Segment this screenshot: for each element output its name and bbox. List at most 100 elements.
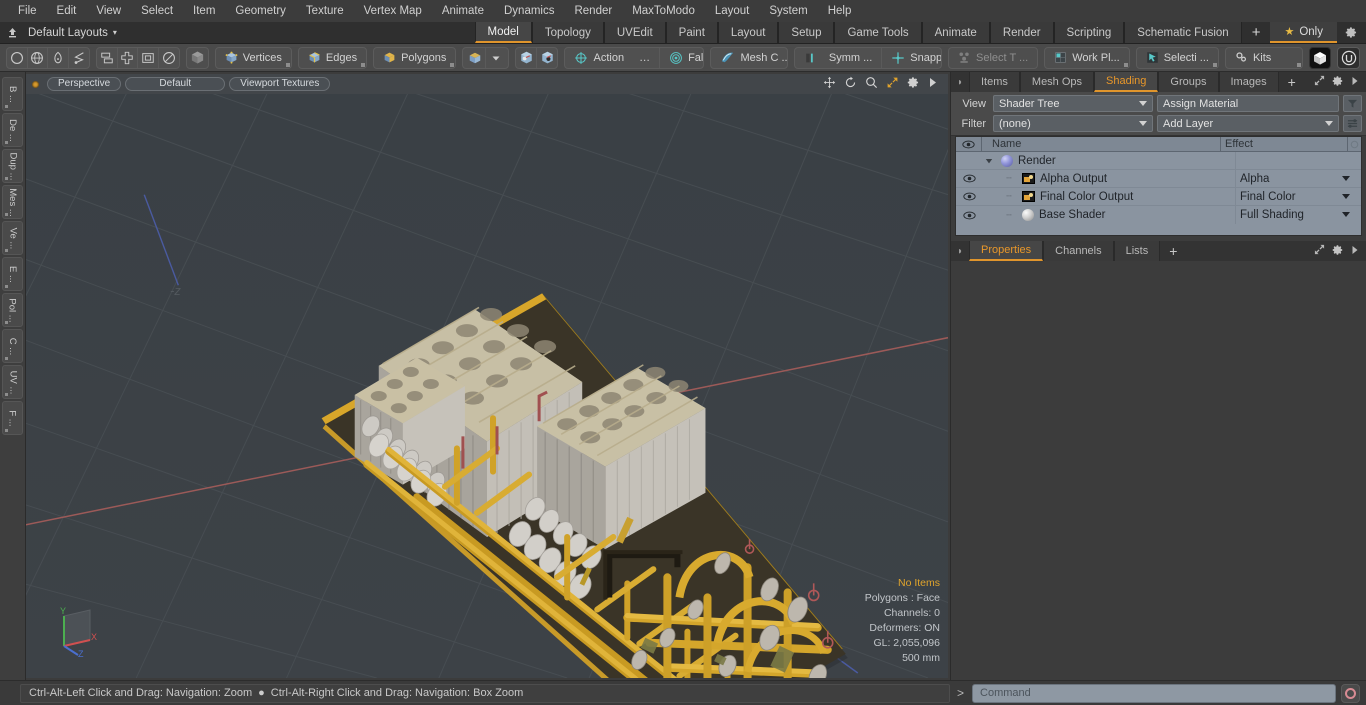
unreal-logo-icon[interactable] [1337,46,1361,69]
tree-item-effect[interactable]: Final Color [1235,188,1361,205]
funnel-icon[interactable] [1343,95,1362,112]
bottom-tab-channels[interactable]: Channels [1043,241,1114,261]
left-tab-fusion[interactable]: F ... [2,401,23,435]
menu-item-maxtomodo[interactable]: MaxToModo [622,0,705,22]
circle-icon[interactable] [7,47,28,68]
layout-tab-uvedit[interactable]: UVEdit [603,22,666,43]
column-header-effect[interactable]: Effect [1221,137,1347,151]
menu-item-select[interactable]: Select [131,0,183,22]
panel-tab-shading[interactable]: Shading [1094,72,1159,92]
viewport-shading-button[interactable]: Default [125,77,226,91]
view-dropdown[interactable]: Shader Tree [993,95,1153,112]
column-options-icon[interactable] [1347,137,1361,151]
left-tab-curve[interactable]: C ... [2,329,23,363]
menu-item-render[interactable]: Render [564,0,622,22]
menu-item-view[interactable]: View [86,0,131,22]
mesh-constraint-button[interactable]: Mesh C ... [711,48,787,68]
workplane-button[interactable]: Work Pl... [1044,46,1130,69]
left-tab-edge[interactable]: E ... [2,257,23,291]
panel-gear-icon[interactable] [1332,75,1344,90]
filter-dropdown[interactable]: (none) [993,115,1153,132]
menu-item-edit[interactable]: Edit [47,0,87,22]
add-bottom-tab-button[interactable]: + [1160,241,1187,261]
only-toggle-button[interactable]: ★ Only [1270,22,1337,43]
bottom-tab-properties[interactable]: Properties [969,241,1044,261]
bottom-tab-lists[interactable]: Lists [1113,241,1161,261]
selection-set-button[interactable]: Selecti ... [1135,46,1219,69]
item-mode-dropdown-caret[interactable] [486,48,506,68]
layout-tab-animate[interactable]: Animate [921,22,990,43]
properties-menu-dot-icon[interactable]: ◗ [951,241,969,261]
rotate-icon[interactable] [844,76,857,92]
row-eye-icon[interactable] [956,206,982,224]
menu-item-geometry[interactable]: Geometry [225,0,296,22]
expand-icon[interactable] [1314,244,1325,258]
table-row[interactable]: ┄ Base Shader Full Shading [956,206,1361,224]
menu-item-item[interactable]: Item [183,0,225,22]
menu-item-layout[interactable]: Layout [705,0,760,22]
shader-tree[interactable]: Name Effect Render ┄ Alpha Output Alpha … [955,136,1362,236]
duplicate-icon[interactable] [97,47,118,68]
menu-item-dynamics[interactable]: Dynamics [494,0,564,22]
left-tab-basic[interactable]: B ... [2,77,23,111]
item-cube-icon[interactable] [465,47,486,68]
select-through-button[interactable]: Select T ... [948,46,1039,69]
panel-arrow-right-icon[interactable] [1351,76,1359,89]
left-tab-vertex[interactable]: Ve ... [2,221,23,255]
bevel-icon[interactable] [138,47,159,68]
viewport-active-dot[interactable] [32,80,39,88]
layout-tab-schematic-fusion[interactable]: Schematic Fusion [1124,22,1242,43]
left-tab-polygon[interactable]: Pol ... [2,293,23,327]
tree-item-base-shader[interactable]: ┄ Base Shader [982,206,1235,224]
panel-tab-images[interactable]: Images [1218,72,1279,92]
table-row[interactable]: ┄ Alpha Output Alpha [956,170,1361,188]
kits-button[interactable]: Kits [1224,46,1303,69]
left-tab-uv[interactable]: UV ... [2,365,23,399]
layout-tab-topology[interactable]: Topology [531,22,604,43]
globe-icon[interactable] [28,47,49,68]
chevron-down-icon[interactable] [982,157,996,165]
record-circle-icon[interactable] [1341,683,1360,703]
snap-center-icon[interactable] [118,47,139,68]
falloff-button[interactable]: Falloff [660,48,703,68]
row-eye-icon[interactable] [956,170,982,187]
cube-left-icon[interactable] [516,47,538,68]
table-row[interactable]: Render [956,152,1361,170]
table-row[interactable]: ┄ Final Color Output Final Color [956,188,1361,206]
snapping-button[interactable]: Snapping [882,48,941,68]
tree-item-effect[interactable]: Full Shading [1235,206,1361,224]
fit-icon[interactable] [886,76,899,92]
viewport-projection-button[interactable]: Perspective [47,77,122,91]
assign-material-field[interactable]: Assign Material [1157,95,1339,112]
tree-item-effect[interactable] [1235,152,1361,169]
properties-arrow-right-icon[interactable] [1351,245,1359,258]
radial-icon[interactable] [159,48,179,68]
add-panel-tab-button[interactable]: + [1278,72,1305,92]
menu-item-help[interactable]: Help [818,0,862,22]
list-options-icon[interactable] [1343,115,1362,132]
home-arrow-icon[interactable] [0,22,24,43]
layout-tab-setup[interactable]: Setup [778,22,835,43]
add-layer-dropdown[interactable]: Add Layer [1157,115,1339,132]
viewport-textures-button[interactable]: Viewport Textures [229,77,331,91]
layout-gear-icon[interactable] [1337,22,1366,43]
properties-gear-icon[interactable] [1332,244,1344,259]
panel-tab-groups[interactable]: Groups [1158,72,1219,92]
tree-item-render[interactable]: Render [982,152,1235,169]
play-arrow-icon[interactable] [928,77,938,91]
menu-item-animate[interactable]: Animate [432,0,494,22]
action-center-button[interactable]: Action … [565,47,661,68]
center-cube-icon[interactable] [186,46,209,69]
zoom-icon[interactable] [865,76,878,92]
panel-tab-mesh-ops[interactable]: Mesh Ops [1019,72,1095,92]
properties-panel-body[interactable] [951,261,1366,680]
selection-mode-polygons-button[interactable]: Polygons [373,46,457,69]
layout-tab-layout[interactable]: Layout [717,22,779,43]
menu-item-system[interactable]: System [759,0,817,22]
row-eye-icon[interactable] [956,188,982,205]
tree-item-final-color-output[interactable]: ┄ Final Color Output [982,188,1235,205]
left-tab-mesh-edit[interactable]: Mes ... [2,185,23,219]
pan-icon[interactable] [823,76,836,92]
selection-mode-edges-button[interactable]: Edges [297,46,368,69]
tree-item-effect[interactable]: Alpha [1235,170,1361,187]
